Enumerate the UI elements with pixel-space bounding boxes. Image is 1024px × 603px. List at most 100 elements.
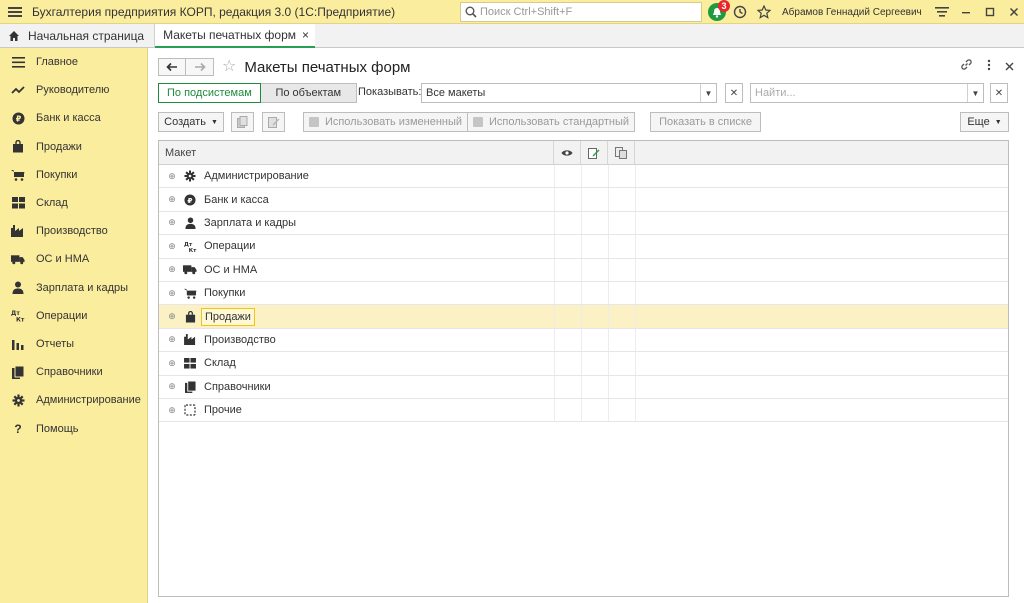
sidebar-item-purchases[interactable]: Покупки — [0, 161, 147, 189]
back-button[interactable] — [158, 58, 186, 76]
column-header-visible[interactable] — [554, 141, 581, 164]
current-user-name[interactable]: Абрамов Геннадий Сергеевич — [782, 7, 922, 18]
sidebar-item-label: Справочники — [36, 366, 103, 379]
row-label: Банк и касса — [204, 193, 269, 206]
history-icon[interactable] — [728, 0, 752, 24]
expand-icon[interactable]: ⊕ — [167, 381, 177, 392]
row-label: Операции — [204, 240, 256, 253]
template-usage-icon — [615, 146, 627, 159]
table-row[interactable]: ⊕ Зарплата и кадры — [159, 211, 1008, 236]
row-label: Продажи — [201, 307, 255, 326]
use-modified-button[interactable]: Использовать измененный — [303, 112, 468, 132]
use-standard-button[interactable]: Использовать стандартный — [467, 112, 635, 132]
table-row[interactable]: ⊕ ОС и НМА — [159, 258, 1008, 282]
favorites-star-icon[interactable] — [752, 0, 776, 24]
table-row[interactable]: ⊕ Дт Кт Операции — [159, 235, 1008, 259]
ruble-icon: ₽ — [183, 193, 197, 207]
table-row[interactable]: ⊕ Склад — [159, 352, 1008, 376]
more-button[interactable]: Еще ▼ — [960, 112, 1009, 132]
expand-icon[interactable]: ⊕ — [167, 311, 177, 322]
column-header-modified[interactable] — [581, 141, 608, 164]
expand-icon[interactable]: ⊕ — [167, 171, 177, 181]
sidebar-item-manager[interactable]: Руководителю — [0, 76, 147, 104]
close-form-icon[interactable] — [1005, 59, 1014, 74]
link-icon[interactable] — [960, 58, 973, 74]
more-button-label: Еще — [967, 116, 990, 128]
sidebar-item-admin[interactable]: Администрирование — [0, 386, 147, 414]
books-icon — [11, 365, 25, 379]
sidebar-item-salary[interactable]: Зарплата и кадры — [0, 274, 147, 302]
truck-icon — [183, 263, 197, 277]
clear-find-button[interactable]: ✕ — [990, 83, 1008, 103]
menu-icon — [11, 55, 25, 69]
global-search-input[interactable]: Поиск Ctrl+Shift+F — [460, 2, 702, 22]
close-tab-icon[interactable]: × — [302, 28, 309, 42]
chevron-down-icon[interactable]: ▼ — [700, 84, 716, 102]
forward-button[interactable] — [186, 58, 214, 76]
close-window-icon[interactable] — [1002, 0, 1024, 24]
expand-icon[interactable]: ⊕ — [167, 358, 177, 368]
sidebar-item-operations[interactable]: Дт Кт Операции — [0, 302, 147, 330]
table-row[interactable]: ⊕ Покупки — [159, 281, 1008, 306]
dt-kt-icon: Дт Кт — [11, 309, 25, 323]
create-button-label: Создать — [164, 116, 206, 128]
table-row[interactable]: ⊕ ₽ Банк и касса — [159, 188, 1008, 212]
column-header-name[interactable]: Макет — [159, 141, 554, 164]
copy-template-button[interactable] — [231, 112, 254, 132]
by-objects-button[interactable]: По объектам — [260, 83, 357, 103]
edit-template-button[interactable] — [262, 112, 285, 132]
sidebar-item-main[interactable]: Главное — [0, 48, 147, 76]
column-header-used[interactable] — [608, 141, 635, 164]
table-header: Макет — [159, 141, 1008, 165]
bag-icon — [11, 140, 25, 154]
main-content: ☆ Макеты печатных форм По подсистемам По… — [149, 48, 1024, 603]
find-field[interactable]: ▼ — [750, 83, 984, 103]
sidebar-item-bank[interactable]: ₽ Банк и касса — [0, 104, 147, 132]
sidebar-item-catalogs[interactable]: Справочники — [0, 358, 147, 386]
tab-home[interactable]: Начальная страница — [0, 24, 156, 48]
find-input[interactable] — [751, 84, 967, 102]
sidebar-item-label: Продажи — [36, 140, 82, 153]
settings-menu-icon[interactable] — [930, 0, 954, 24]
expand-icon[interactable]: ⊕ — [167, 217, 177, 228]
sidebar-item-reports[interactable]: Отчеты — [0, 330, 147, 358]
by-subsystems-button[interactable]: По подсистемам — [158, 83, 261, 103]
expand-icon[interactable]: ⊕ — [167, 288, 177, 298]
favorite-star-icon[interactable]: ☆ — [222, 59, 236, 75]
notifications-button[interactable]: 3 — [706, 0, 730, 23]
table-row-selected[interactable]: ⊕ Продажи — [159, 305, 1008, 329]
sidebar-item-assets[interactable]: ОС и НМА — [0, 245, 147, 273]
sidebar-item-sales[interactable]: Продажи — [0, 133, 147, 161]
find-dropdown-icon[interactable]: ▼ — [967, 84, 983, 102]
more-actions-icon[interactable] — [987, 59, 991, 74]
minimize-icon[interactable] — [954, 0, 978, 24]
show-in-list-label: Показать в списке — [659, 116, 752, 128]
clear-filter-button[interactable]: ✕ — [725, 83, 743, 103]
show-in-list-button[interactable]: Показать в списке — [650, 112, 761, 132]
main-menu-icon[interactable] — [0, 0, 30, 24]
edit-icon — [267, 117, 279, 128]
table-row[interactable]: ⊕ Справочники — [159, 375, 1008, 399]
table-row[interactable]: ⊕ Производство — [159, 328, 1008, 353]
create-button[interactable]: Создать ▼ — [158, 112, 224, 132]
table-row[interactable]: ⊕ Прочие — [159, 398, 1008, 423]
sidebar-item-warehouse[interactable]: Склад — [0, 189, 147, 217]
tab-print-templates[interactable]: Макеты печатных форм × — [155, 24, 316, 48]
svg-text:₽: ₽ — [15, 114, 21, 123]
bag-icon — [183, 310, 197, 324]
expand-icon[interactable]: ⊕ — [167, 264, 177, 275]
use-modified-label: Использовать измененный — [324, 116, 463, 128]
sidebar-item-label: Главное — [36, 56, 79, 69]
table-row[interactable]: ⊕ Администрирование — [159, 165, 1008, 189]
expand-icon[interactable]: ⊕ — [167, 194, 177, 205]
templates-table[interactable]: Макет ⊕ Администрирование ⊕ ₽ Банк и кас… — [158, 140, 1009, 597]
sidebar-item-label: Зарплата и кадры — [36, 281, 129, 294]
expand-icon[interactable]: ⊕ — [167, 241, 177, 251]
show-filter-select[interactable]: Все макеты ▼ — [421, 83, 717, 103]
sidebar-item-production[interactable]: Производство — [0, 217, 147, 245]
expand-icon[interactable]: ⊕ — [167, 405, 177, 415]
sidebar-item-help[interactable]: ? Помощь — [0, 414, 147, 442]
expand-icon[interactable]: ⊕ — [167, 334, 177, 345]
trend-icon — [11, 83, 25, 97]
maximize-icon[interactable] — [978, 0, 1002, 24]
